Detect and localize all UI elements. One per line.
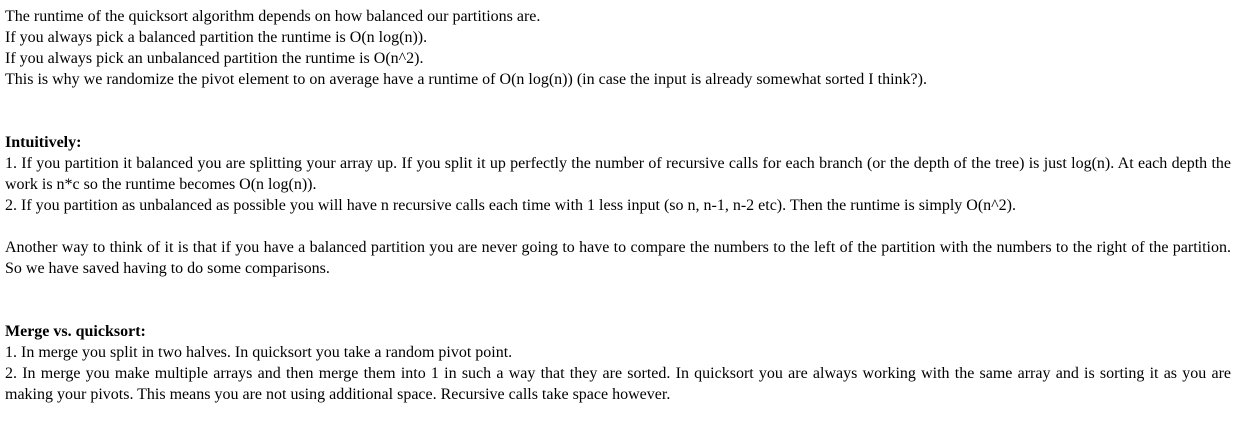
intuitively-point-2: 2. If you partition as unbalanced as pos… [5, 197, 1016, 214]
intuitively-heading: Intuitively: [5, 134, 82, 151]
intuitively-paragraph: Another way to think of it is that if yo… [5, 239, 1231, 277]
document-body: The runtime of the quicksort algorithm d… [0, 0, 1236, 424]
intuitively-point-1: 1. If you partition it balanced you are … [5, 155, 1231, 193]
merge-vs-quicksort-heading: Merge vs. quicksort: [5, 323, 146, 340]
intro-line-2: If you always pick a balanced partition … [5, 29, 428, 46]
intro-line-3: If you always pick an unbalanced partiti… [5, 50, 424, 67]
merge-vs-quicksort-point-1: 1. In merge you split in two halves. In … [5, 344, 513, 361]
intro-line-1: The runtime of the quicksort algorithm d… [5, 8, 541, 25]
merge-vs-quicksort-point-2: 2. In merge you make multiple arrays and… [5, 365, 1231, 403]
intro-line-4: This is why we randomize the pivot eleme… [5, 71, 927, 88]
